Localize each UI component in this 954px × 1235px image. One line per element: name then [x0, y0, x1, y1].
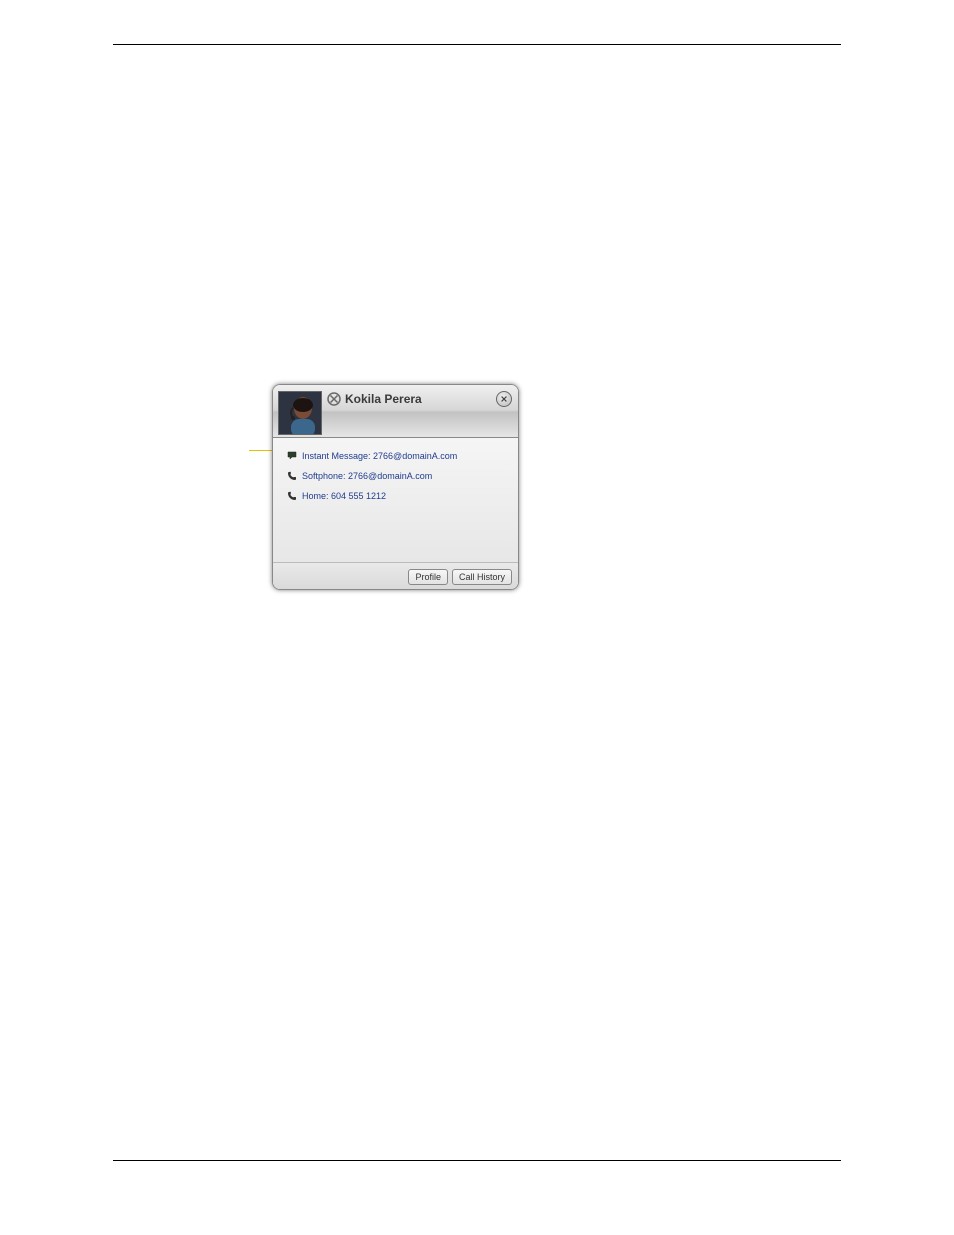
im-label: Instant Message: 2766@domainA.com [302, 451, 457, 461]
phone-icon [287, 491, 297, 501]
close-icon [500, 395, 508, 403]
contact-flyout: Kokila Perera Instant Message: 2766@doma… [272, 384, 519, 590]
contact-footer: Profile Call History [273, 562, 518, 590]
presence-offline-icon [327, 392, 341, 406]
softphone-label: Softphone: 2766@domainA.com [302, 471, 432, 481]
contact-body: Instant Message: 2766@domainA.com Softph… [273, 438, 518, 562]
phone-icon [287, 471, 297, 481]
home-row[interactable]: Home: 604 555 1212 [287, 488, 386, 504]
im-row[interactable]: Instant Message: 2766@domainA.com [287, 448, 457, 464]
contact-name: Kokila Perera [345, 392, 422, 406]
avatar [278, 391, 322, 435]
footer-rule [113, 1160, 841, 1161]
header-rule [113, 44, 841, 45]
profile-button[interactable]: Profile [408, 569, 448, 585]
close-button[interactable] [496, 391, 512, 407]
call-history-button[interactable]: Call History [452, 569, 512, 585]
home-label: Home: 604 555 1212 [302, 491, 386, 501]
document-page: Kokila Perera Instant Message: 2766@doma… [0, 0, 954, 1235]
softphone-row[interactable]: Softphone: 2766@domainA.com [287, 468, 432, 484]
contact-header: Kokila Perera [273, 385, 518, 438]
chat-icon [287, 451, 297, 461]
